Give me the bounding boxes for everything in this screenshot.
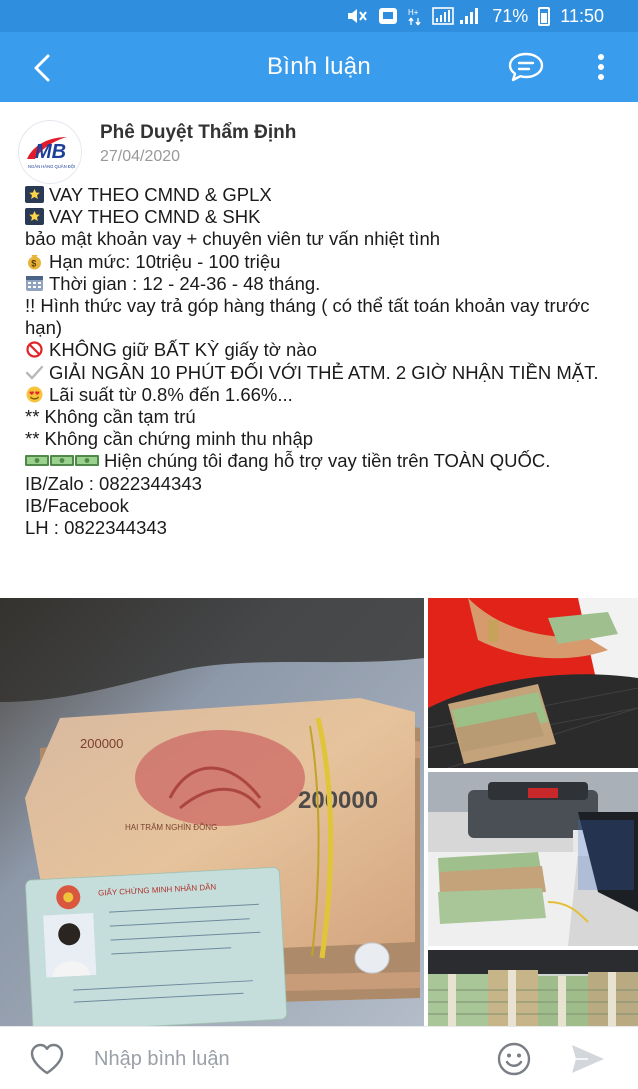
banknote-value-small: 200000 [80,736,123,751]
app-bar: Bình luận [0,32,638,102]
like-button[interactable] [28,1041,66,1077]
post-line: IB/Facebook [25,494,129,516]
post-line: Lãi suất từ 0.8% đến 1.66%... [25,384,625,406]
send-button[interactable] [568,1041,608,1077]
post-line: VAY THEO CMND & SHK [25,206,625,228]
money-bag-icon: $ [28,254,41,270]
post-line-text: Hiện chúng tôi đang hỗ trợ vay tiền trên… [104,450,551,472]
mb-bank-logo: MB NGÂN HÀNG QUÂN ĐỘI [19,121,81,183]
person-counting-money-image [428,598,638,768]
chat-bubble-icon [508,52,544,82]
back-button[interactable] [22,48,62,88]
post-line: VAY THEO CMND & GPLX [25,184,625,206]
photo-money-counter[interactable] [428,772,638,946]
star-badge-icon [25,186,44,203]
post-line: ** Không cần tạm trú [25,406,196,428]
signal-icon [432,6,482,26]
post-line: bảo mật khoản vay + chuyên viên tư vấn n… [25,228,441,250]
more-vertical-icon [598,54,604,80]
post-line-text: Thời gian : 12 - 24-36 - 48 tháng. [49,272,321,294]
smiley-icon [497,1042,531,1076]
post-content: VAY THEO CMND & GPLX VAY THEO CMND & SHK… [25,184,625,539]
banknote-icon [50,455,74,467]
chevron-left-icon [34,54,50,82]
photo-main-banknotes[interactable]: 200000 HAI TRĂM NGHÌN ĐỒNG 200000 GIẤY C… [0,598,424,1026]
svg-text:H+: H+ [408,8,419,17]
photo-counting-money[interactable] [428,598,638,768]
post-line-text: VAY THEO CMND & SHK [49,206,261,228]
post-line: GIẢI NGÂN 10 PHÚT ĐỐI VỚI THẺ ATM. 2 GIỜ… [25,362,625,384]
post-line: KHÔNG giữ BẤT KỲ giấy tờ nào [25,339,625,361]
send-icon [572,1045,604,1073]
post-line-text: GIẢI NGÂN 10 PHÚT ĐỐI VỚI THẺ ATM. 2 GIỜ… [49,361,599,383]
post-line: Hiện chúng tôi đang hỗ trợ vay tiền trên… [25,450,625,472]
post-line: IB/Zalo : 0822344343 [25,472,202,494]
mute-icon [346,6,368,26]
post-line-text: VAY THEO CMND & GPLX [49,184,272,205]
post-header: MB NGÂN HÀNG QUÂN ĐỘI Phê Duyệt Thẩm Địn… [0,102,638,184]
post-line: Thời gian : 12 - 24-36 - 48 tháng. [25,273,625,295]
emoji-button[interactable] [496,1041,532,1077]
banknotes-id-card-image: 200000 HAI TRĂM NGHÌN ĐỒNG 200000 GIẤY C… [0,598,424,1026]
author-name[interactable]: Phê Duyệt Thẩm Định [100,122,296,144]
post-line-text: KHÔNG giữ BẤT KỲ giấy tờ nào [49,339,317,361]
post-line-text: Lãi suất từ 0.8% đến 1.66%... [49,383,293,405]
status-bar: H+ 71% 11:50 [0,0,638,32]
star-badge-icon [25,208,44,226]
svg-text:MB: MB [35,141,66,163]
comment-input[interactable] [84,1037,484,1081]
avatar[interactable]: MB NGÂN HÀNG QUÂN ĐỘI [18,120,82,184]
more-button[interactable] [584,47,618,87]
check-mark-icon [25,365,44,380]
comment-bar [0,1026,638,1089]
hd-icon: H+ [408,6,422,26]
post-line: !! Hình thức vay trả góp hàng tháng ( có… [25,295,590,339]
photo-cash-stacks[interactable] [428,950,638,1026]
battery-percent: 71% [492,5,529,26]
svg-text:$: $ [31,258,36,268]
calendar-icon [26,275,43,291]
battery-icon [538,6,551,26]
clock: 11:50 [560,5,604,26]
heart-outline-icon [30,1043,64,1075]
photo-grid: 200000 HAI TRĂM NGHÌN ĐỒNG 200000 GIẤY C… [0,598,638,1026]
banknote-icon [25,455,49,467]
prohibited-icon [26,341,43,359]
svg-text:NGÂN HÀNG QUÂN ĐỘI: NGÂN HÀNG QUÂN ĐỘI [28,164,75,169]
notification-icon [378,6,398,26]
cash-stacks-image [428,950,638,1026]
chat-button[interactable] [504,47,548,87]
money-counting-machine-image [428,772,638,946]
banknote-value: 200000 [298,787,378,814]
banknote-words: HAI TRĂM NGHÌN ĐỒNG [125,822,217,832]
post-line: $ Hạn mức: 10triệu - 100 triệu [25,251,625,273]
banknote-icon [75,455,99,467]
heart-eyes-icon [26,386,43,403]
post-line-text: Hạn mức: 10triệu - 100 triệu [49,250,281,272]
post-date: 27/04/2020 [100,148,181,165]
post-line: ** Không cần chứng minh thu nhập [25,428,314,450]
post-line: LH : 0822344343 [25,517,167,539]
